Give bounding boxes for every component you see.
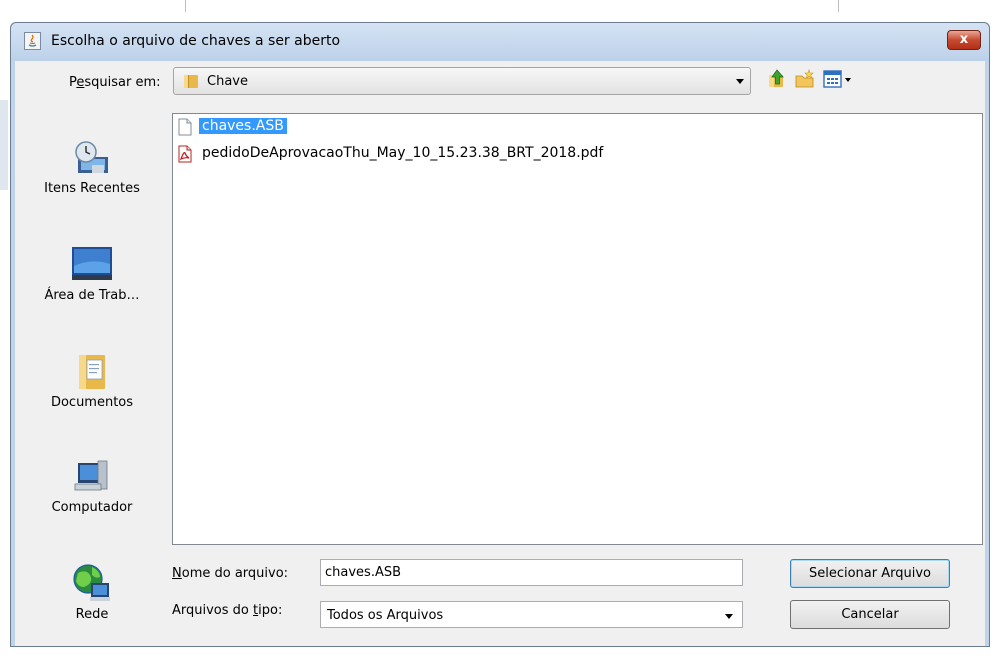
place-desktop[interactable]: Área de Trab… — [30, 244, 154, 344]
title-bar[interactable]: Escolha o arquivo de chaves a ser aberto… — [11, 23, 989, 61]
chevron-down-icon — [725, 614, 733, 619]
computer-icon — [74, 460, 108, 491]
pdf-icon — [178, 145, 192, 163]
place-label: Documentos — [50, 395, 134, 410]
place-network[interactable]: Rede — [30, 563, 154, 663]
file-name: chaves.ASB — [199, 118, 287, 134]
place-computer[interactable]: Computador — [30, 456, 154, 556]
folder-up-icon[interactable] — [767, 69, 787, 89]
cancel-button[interactable]: Cancelar — [790, 600, 950, 629]
file-name: pedidoDeAprovacaoThu_May_10_15.23.38_BRT… — [202, 145, 604, 161]
place-recent-items[interactable]: Itens Recentes — [30, 137, 154, 237]
file-name-label: Nome do arquivo: — [172, 566, 289, 581]
dialog-title: Escolha o arquivo de chaves a ser aberto — [51, 33, 341, 49]
file-icon — [178, 118, 192, 136]
file-name-input[interactable] — [320, 559, 743, 586]
look-in-label: Pesquisar em: — [69, 75, 161, 90]
background-divider — [185, 0, 186, 12]
file-type-value: Todos os Arquivos — [327, 608, 444, 623]
background-divider — [838, 0, 839, 12]
view-menu-icon[interactable] — [823, 70, 855, 88]
close-icon: x — [959, 32, 969, 47]
look-in-value: Chave — [207, 74, 248, 89]
desktop-icon — [72, 247, 112, 280]
dialog-body: Pesquisar em: Chave Itens Recentes Área … — [15, 61, 985, 646]
documents-icon — [79, 355, 105, 389]
place-label: Itens Recentes — [44, 181, 140, 196]
file-type-label: Arquivos do tipo: — [172, 603, 283, 618]
place-label: Área de Trab… — [44, 288, 140, 303]
file-list[interactable]: chaves.ASB pedidoDeAprovacaoThu_May_10_1… — [172, 113, 983, 545]
chevron-down-icon — [736, 79, 744, 84]
look-in-combobox[interactable]: Chave — [173, 67, 751, 95]
place-documents[interactable]: Documentos — [30, 351, 154, 451]
new-folder-icon[interactable] — [794, 69, 816, 89]
folder-icon — [184, 75, 198, 88]
recent-items-icon — [75, 141, 108, 173]
background-strip — [0, 100, 8, 190]
places-bar: Itens Recentes Área de Trab… Documentos … — [30, 111, 154, 651]
file-chooser-dialog: Escolha o arquivo de chaves a ser aberto… — [10, 22, 990, 647]
place-label: Rede — [75, 607, 109, 622]
select-file-button[interactable]: Selecionar Arquivo — [790, 559, 950, 588]
java-app-icon — [24, 32, 41, 50]
place-label: Computador — [51, 500, 133, 515]
close-button[interactable]: x — [947, 30, 981, 50]
network-icon — [73, 564, 110, 601]
file-type-combobox[interactable]: Todos os Arquivos — [320, 601, 743, 628]
